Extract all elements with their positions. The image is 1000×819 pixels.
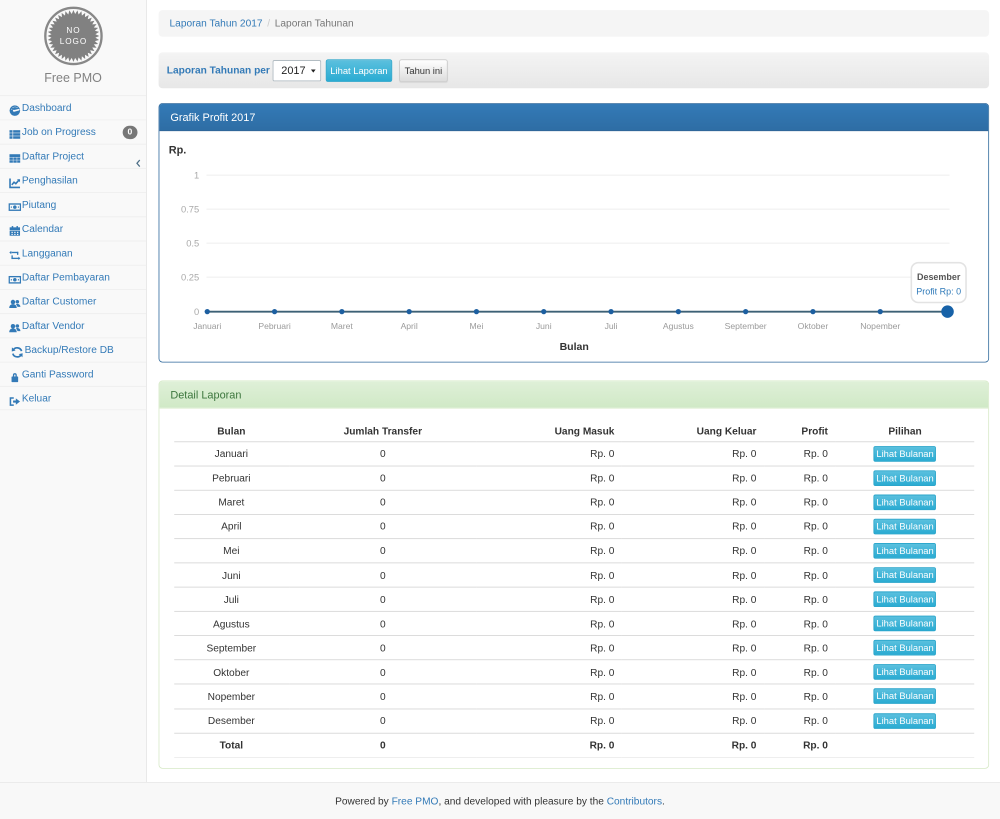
svg-text:1: 1 bbox=[194, 171, 199, 181]
svg-text:0: 0 bbox=[194, 307, 199, 317]
svg-text:Mei: Mei bbox=[470, 321, 484, 331]
svg-text:Nopember: Nopember bbox=[860, 321, 900, 331]
svg-text:0.5: 0.5 bbox=[186, 239, 199, 249]
svg-text:Bulan: Bulan bbox=[560, 341, 589, 353]
svg-text:0.25: 0.25 bbox=[181, 273, 199, 283]
svg-text:Maret: Maret bbox=[331, 321, 354, 331]
svg-text:Desember: Desember bbox=[917, 272, 961, 282]
svg-text:Juli: Juli bbox=[605, 321, 618, 331]
svg-text:Januari: Januari bbox=[193, 321, 221, 331]
svg-text:Rp.: Rp. bbox=[169, 145, 187, 157]
svg-text:NO: NO bbox=[66, 26, 80, 35]
svg-text:April: April bbox=[401, 321, 418, 331]
svg-text:September: September bbox=[725, 321, 767, 331]
svg-text:Profit Rp: 0: Profit Rp: 0 bbox=[916, 287, 961, 297]
svg-text:Juni: Juni bbox=[536, 321, 552, 331]
svg-text:0.75: 0.75 bbox=[181, 205, 199, 215]
svg-text:LOGO: LOGO bbox=[60, 37, 87, 46]
svg-text:Oktober: Oktober bbox=[798, 321, 829, 331]
svg-text:Agustus: Agustus bbox=[663, 321, 694, 331]
svg-text:Pebruari: Pebruari bbox=[258, 321, 291, 331]
